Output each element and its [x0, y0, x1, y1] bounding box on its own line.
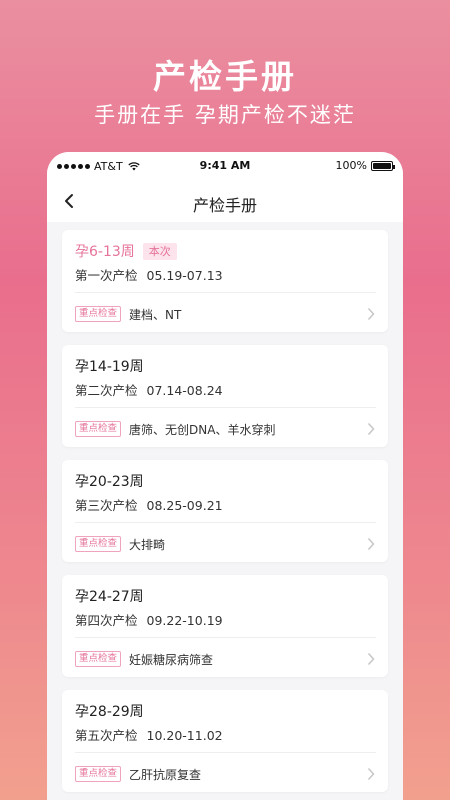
- exam-card[interactable]: 孕14-19周 第二次产检 07.14-08.24 重点检查 唐筛、无创DNA、羊…: [62, 345, 388, 447]
- exam-weeks: 孕14-19周: [75, 357, 376, 375]
- current-badge: 本次: [142, 242, 177, 260]
- chevron-right-icon: [367, 308, 375, 320]
- exam-info: 第五次产检 10.20-11.02: [75, 725, 376, 743]
- exam-dates: 10.20-11.02: [146, 728, 223, 743]
- key-exam-tag: 重点检查: [75, 766, 122, 782]
- exam-key-row: 重点检查 乙肝抗原复查: [75, 765, 376, 783]
- exam-card[interactable]: 孕24-27周 第四次产检 09.22-10.19 重点检查 妊娠糖尿病筛查: [62, 575, 388, 677]
- exam-weeks-label: 孕20-23周: [75, 474, 144, 490]
- exam-key-row: 重点检查 建档、NT: [75, 305, 376, 323]
- exam-weeks: 孕28-29周: [75, 702, 376, 720]
- divider: [75, 407, 376, 408]
- key-exam-tag: 重点检查: [75, 651, 122, 667]
- key-exam-items: 乙肝抗原复查: [129, 767, 202, 782]
- exam-name: 第二次产检: [75, 383, 138, 398]
- exam-key-row: 重点检查 妊娠糖尿病筛查: [75, 650, 376, 668]
- chevron-right-icon: [367, 538, 375, 550]
- exam-key-row: 重点检查 唐筛、无创DNA、羊水穿刺: [75, 420, 376, 438]
- exam-info: 第一次产检 05.19-07.13: [75, 265, 376, 283]
- exam-card[interactable]: 孕20-23周 第三次产检 08.25-09.21 重点检查 大排畸: [62, 460, 388, 562]
- exam-info: 第三次产检 08.25-09.21: [75, 495, 376, 513]
- exam-dates: 09.22-10.19: [146, 613, 223, 628]
- promo-title: 产检手册: [153, 57, 297, 96]
- exam-info: 第四次产检 09.22-10.19: [75, 610, 376, 628]
- exam-dates: 08.25-09.21: [146, 498, 223, 513]
- chevron-right-icon: [367, 423, 375, 435]
- exam-weeks: 孕20-23周: [75, 472, 376, 490]
- exam-dates: 07.14-08.24: [146, 383, 223, 398]
- nav-bar: 产检手册: [47, 180, 403, 222]
- phone-frame: AT&T 9:41 AM 100% 产检手册 孕6-13周 本次 第一次产检 0…: [47, 152, 403, 800]
- status-bar: AT&T 9:41 AM 100%: [47, 152, 403, 180]
- key-exam-tag: 重点检查: [75, 306, 122, 322]
- key-exam-tag: 重点检查: [75, 536, 122, 552]
- exam-weeks-label: 孕14-19周: [75, 359, 144, 375]
- divider: [75, 637, 376, 638]
- exam-weeks-label: 孕6-13周: [75, 244, 135, 260]
- battery-icon: [371, 160, 395, 171]
- exam-info: 第二次产检 07.14-08.24: [75, 380, 376, 398]
- key-exam-items: 唐筛、无创DNA、羊水穿刺: [129, 422, 276, 437]
- battery-label: 100%: [335, 159, 367, 172]
- exam-weeks-label: 孕28-29周: [75, 704, 144, 720]
- exam-name: 第三次产检: [75, 498, 138, 513]
- exam-card[interactable]: 孕28-29周 第五次产检 10.20-11.02 重点检查 乙肝抗原复查: [62, 690, 388, 792]
- exam-dates: 05.19-07.13: [146, 268, 223, 283]
- exam-key-row: 重点检查 大排畸: [75, 535, 376, 553]
- divider: [75, 752, 376, 753]
- key-exam-tag: 重点检查: [75, 421, 122, 437]
- exam-list: 孕6-13周 本次 第一次产检 05.19-07.13 重点检查 建档、NT 孕1…: [47, 222, 403, 792]
- divider: [75, 522, 376, 523]
- exam-weeks: 孕6-13周 本次: [75, 242, 376, 260]
- exam-name: 第五次产检: [75, 728, 138, 743]
- promo-subtitle: 手册在手 孕期产检不迷茫: [94, 103, 356, 127]
- page-title: 产检手册: [192, 196, 257, 215]
- key-exam-items: 妊娠糖尿病筛查: [129, 652, 214, 667]
- status-right: 100%: [335, 159, 395, 172]
- divider: [75, 292, 376, 293]
- exam-name: 第四次产检: [75, 613, 138, 628]
- chevron-right-icon: [367, 768, 375, 780]
- key-exam-items: 建档、NT: [129, 307, 182, 322]
- exam-card[interactable]: 孕6-13周 本次 第一次产检 05.19-07.13 重点检查 建档、NT: [62, 230, 388, 332]
- key-exam-items: 大排畸: [129, 537, 166, 552]
- chevron-right-icon: [367, 653, 375, 665]
- exam-weeks: 孕24-27周: [75, 587, 376, 605]
- exam-name: 第一次产检: [75, 268, 138, 283]
- exam-weeks-label: 孕24-27周: [75, 589, 144, 605]
